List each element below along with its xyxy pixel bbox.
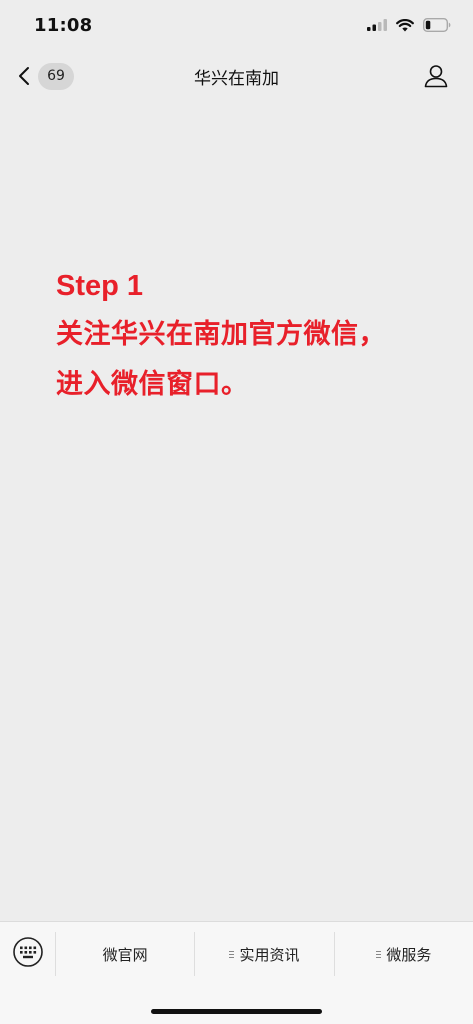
home-indicator[interactable] [151, 1009, 322, 1014]
wechat-official-account-screen: 11:08 69 华兴在南加 Step 1 关注华兴在南加官方微信， 进入微信窗… [0, 0, 473, 1024]
page-title: 华兴在南加 [194, 69, 279, 89]
menu-item-label: 微官网 [102, 945, 148, 964]
back-button[interactable]: 69 [18, 61, 74, 91]
chevron-left-icon [19, 67, 29, 85]
submenu-icon [376, 950, 382, 958]
unread-count-badge: 69 [38, 62, 74, 90]
status-bar: 11:08 [0, 0, 473, 50]
battery-icon [423, 18, 451, 32]
keyboard-icon[interactable] [12, 936, 44, 968]
instruction-line: 关注华兴在南加官方微信， [56, 319, 386, 350]
instruction-line: 进入微信窗口。 [56, 369, 249, 400]
menu-item-label: 微服务 [386, 945, 432, 964]
menu-item-micro-website[interactable]: 微官网 [55, 932, 194, 976]
menu-items: 微官网 实用资讯 微服务 [55, 932, 473, 976]
navigation-bar: 69 华兴在南加 [0, 50, 473, 102]
person-icon[interactable] [423, 63, 449, 89]
message-content: Step 1 关注华兴在南加官方微信， 进入微信窗口。 [56, 262, 456, 410]
menu-item-label: 实用资讯 [239, 945, 300, 964]
status-time: 11:08 [34, 15, 93, 36]
wifi-icon [396, 18, 414, 31]
status-indicators [367, 17, 451, 33]
step-label: Step 1 [56, 270, 144, 302]
menu-item-practical-info[interactable]: 实用资讯 [194, 932, 333, 976]
submenu-icon [229, 950, 235, 958]
menu-item-micro-services[interactable]: 微服务 [333, 932, 473, 976]
cellular-signal-icon [367, 19, 387, 31]
